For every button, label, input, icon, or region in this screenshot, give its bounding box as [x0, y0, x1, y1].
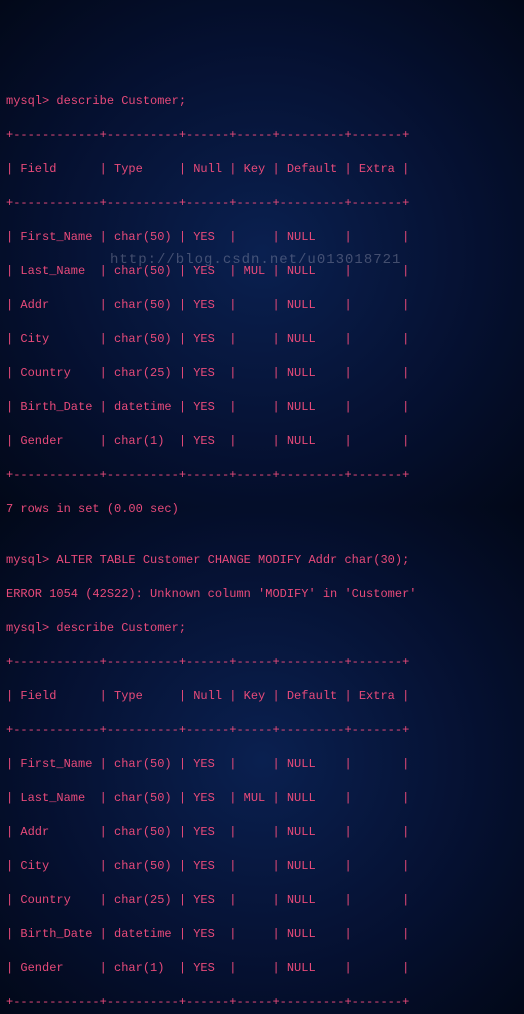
table-row: | Country | char(25) | YES | | NULL | |	[6, 365, 518, 382]
table-row: | Gender | char(1) | YES | | NULL | |	[6, 960, 518, 977]
table-border: +------------+----------+------+-----+--…	[6, 127, 518, 144]
mysql-prompt-line: mysql> ALTER TABLE Customer CHANGE MODIF…	[6, 552, 518, 569]
table-row: | Country | char(25) | YES | | NULL | |	[6, 892, 518, 909]
table-row: | Birth_Date | datetime | YES | | NULL |…	[6, 926, 518, 943]
table-row: | City | char(50) | YES | | NULL | |	[6, 858, 518, 875]
table-row: | First_Name | char(50) | YES | | NULL |…	[6, 229, 518, 246]
table-row: | Last_Name | char(50) | YES | MUL | NUL…	[6, 790, 518, 807]
table-header: | Field | Type | Null | Key | Default | …	[6, 161, 518, 178]
table-row: | Last_Name | char(50) | YES | MUL | NUL…	[6, 263, 518, 280]
table-row: | Addr | char(50) | YES | | NULL | |	[6, 824, 518, 841]
mysql-prompt-line: mysql> describe Customer;	[6, 620, 518, 637]
table-row: | Addr | char(50) | YES | | NULL | |	[6, 297, 518, 314]
error-line: ERROR 1054 (42S22): Unknown column 'MODI…	[6, 586, 518, 603]
table-border: +------------+----------+------+-----+--…	[6, 467, 518, 484]
table-border: +------------+----------+------+-----+--…	[6, 994, 518, 1011]
table-header: | Field | Type | Null | Key | Default | …	[6, 688, 518, 705]
table-row: | Birth_Date | datetime | YES | | NULL |…	[6, 399, 518, 416]
table-border: +------------+----------+------+-----+--…	[6, 722, 518, 739]
mysql-prompt-line: mysql> describe Customer;	[6, 93, 518, 110]
table-border: +------------+----------+------+-----+--…	[6, 195, 518, 212]
terminal-output: mysql> describe Customer; +------------+…	[6, 76, 518, 1014]
table-row: | First_Name | char(50) | YES | | NULL |…	[6, 756, 518, 773]
table-border: +------------+----------+------+-----+--…	[6, 654, 518, 671]
table-row: | Gender | char(1) | YES | | NULL | |	[6, 433, 518, 450]
result-summary: 7 rows in set (0.00 sec)	[6, 501, 518, 518]
table-row: | City | char(50) | YES | | NULL | |	[6, 331, 518, 348]
